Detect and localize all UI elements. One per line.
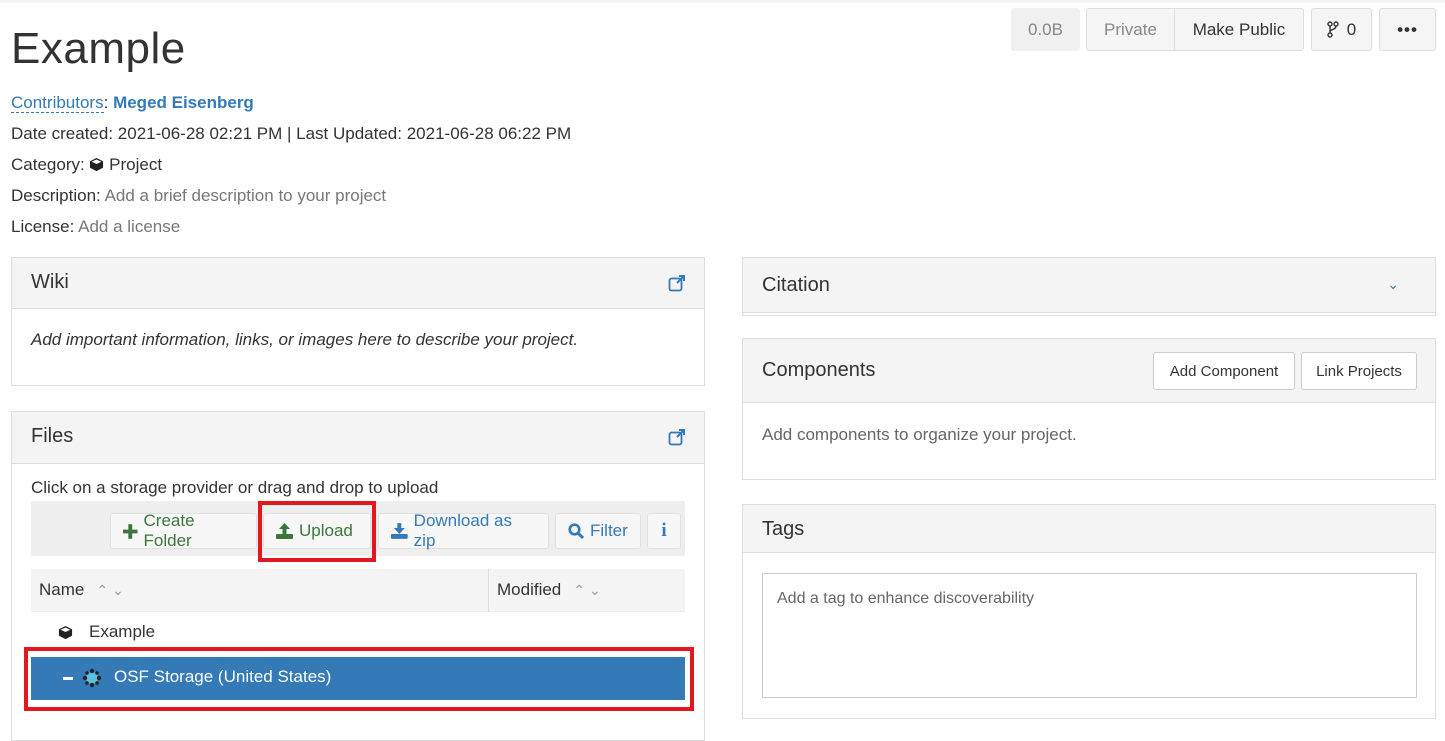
file-tree-row-label: Example	[89, 622, 156, 641]
fork-button[interactable]: 0	[1311, 8, 1372, 51]
description-placeholder[interactable]: Add a brief description to your project	[105, 186, 387, 205]
private-status-button[interactable]: Private	[1086, 8, 1175, 51]
contributors-line: Contributors: Meged Eisenberg	[11, 93, 254, 113]
filter-button[interactable]: Filter	[555, 513, 641, 549]
sort-arrows-icon[interactable]: ⌃⌄	[96, 582, 127, 599]
components-title: Components	[762, 359, 876, 381]
license-placeholder[interactable]: Add a license	[78, 217, 180, 236]
column-modified-label: Modified	[497, 580, 562, 599]
last-updated-label: Last Updated:	[296, 124, 402, 143]
license-line: License: Add a license	[11, 217, 180, 237]
column-name-header[interactable]: Name ⌃⌄	[39, 580, 128, 600]
wiki-placeholder: Add important information, links, or ima…	[31, 330, 579, 349]
info-button[interactable]: i	[647, 513, 681, 549]
category-label: Category:	[11, 155, 85, 174]
wiki-panel-header: Wiki	[12, 258, 704, 309]
cube-icon	[58, 625, 73, 640]
files-title: Files	[31, 425, 74, 447]
cube-icon	[90, 157, 104, 172]
tag-input-placeholder: Add a tag to enhance discoverability	[777, 590, 1035, 607]
description-label: Description:	[11, 186, 101, 205]
filter-label: Filter	[590, 521, 628, 540]
contributor-name-link[interactable]: Meged Eisenberg	[113, 93, 254, 112]
project-title: Example	[11, 24, 186, 73]
storage-highlight-box	[24, 647, 694, 711]
date-created-value: 2021-06-28 02:21 PM	[117, 124, 283, 143]
chevron-down-icon[interactable]: ⌄	[1387, 276, 1399, 293]
make-public-button[interactable]: Make Public	[1174, 8, 1304, 51]
wiki-panel: Wiki Add important information, links, o…	[11, 257, 705, 386]
citation-panel-header[interactable]: Citation ⌄	[743, 258, 1435, 313]
sort-arrows-icon[interactable]: ⌃⌄	[573, 582, 604, 599]
link-projects-button[interactable]: Link Projects	[1301, 352, 1417, 390]
files-panel-header: Files	[12, 412, 704, 464]
components-panel-header: Components Add Component Link Projects	[743, 339, 1435, 403]
date-created-label: Date created:	[11, 124, 114, 143]
fork-icon	[1327, 21, 1339, 38]
components-panel: Components Add Component Link Projects A…	[742, 338, 1436, 480]
tag-input[interactable]: Add a tag to enhance discoverability	[762, 573, 1417, 698]
plus-icon	[123, 523, 138, 539]
tags-panel: Tags Add a tag to enhance discoverabilit…	[742, 504, 1436, 719]
last-updated-value: 2021-06-28 06:22 PM	[406, 124, 572, 143]
storage-size-badge: 0.0B	[1011, 8, 1080, 51]
dates-line: Date created: 2021-06-28 02:21 PM | Last…	[11, 124, 572, 143]
components-empty-text: Add components to organize your project.	[762, 425, 1077, 444]
description-line: Description: Add a brief description to …	[11, 186, 386, 206]
category-value: Project	[109, 155, 163, 174]
citation-panel[interactable]: Citation ⌄	[742, 257, 1436, 316]
add-component-button[interactable]: Add Component	[1153, 352, 1295, 390]
contributors-link[interactable]: Contributors	[11, 93, 104, 113]
create-folder-button[interactable]: Create Folder	[110, 511, 257, 550]
column-modified-header[interactable]: Modified ⌃⌄	[497, 580, 605, 600]
category-line: Category: Project	[11, 155, 162, 175]
search-icon	[568, 523, 584, 539]
citation-title: Citation	[762, 274, 830, 296]
download-zip-label: Download as zip	[413, 511, 512, 550]
column-separator[interactable]	[488, 569, 489, 612]
fork-count: 0	[1346, 19, 1357, 39]
column-name-label: Name	[39, 580, 85, 599]
external-link-icon[interactable]	[668, 274, 686, 292]
create-folder-label: Create Folder	[143, 511, 195, 550]
tags-title: Tags	[762, 518, 805, 540]
download-icon	[391, 523, 408, 539]
files-grid-header: Name ⌃⌄ Modified ⌃⌄	[31, 569, 685, 612]
external-link-icon[interactable]	[668, 428, 686, 446]
more-options-button[interactable]: •••	[1379, 8, 1436, 51]
top-border	[0, 0, 1445, 3]
license-label: License:	[11, 217, 75, 236]
download-zip-button[interactable]: Download as zip	[378, 511, 549, 550]
tags-panel-header: Tags	[743, 505, 1435, 553]
files-upload-hint: Click on a storage provider or drag and …	[31, 478, 439, 497]
wiki-title: Wiki	[31, 271, 69, 293]
upload-highlight-box	[258, 501, 376, 562]
